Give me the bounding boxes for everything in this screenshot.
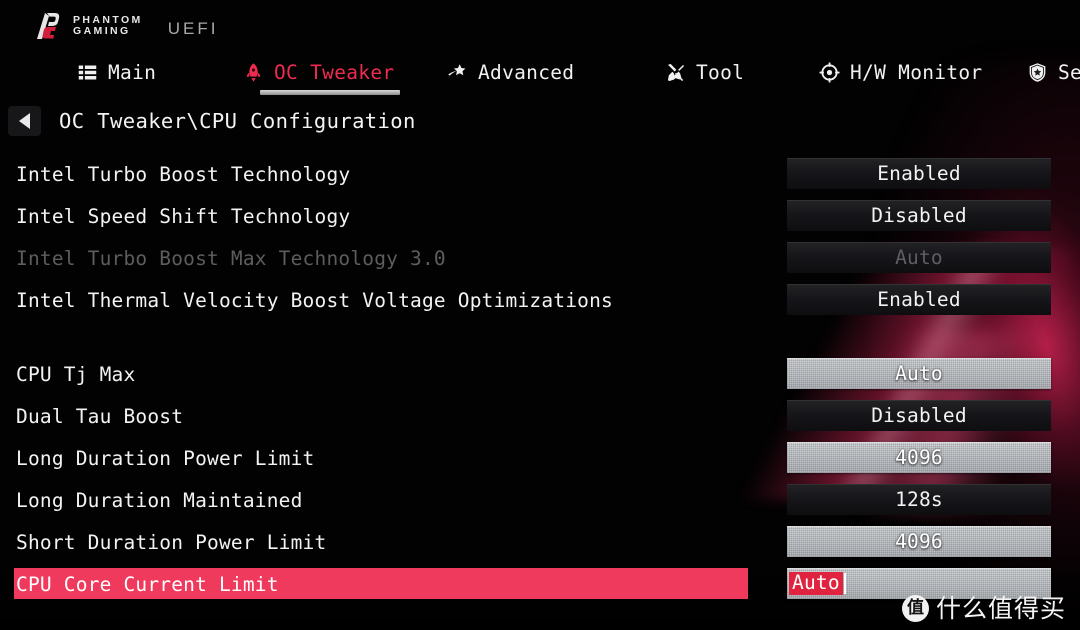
- tab-label: Main: [108, 60, 157, 84]
- setting-value-text: 4096: [895, 530, 943, 553]
- setting-label: Long Duration Power Limit: [16, 446, 315, 470]
- tab-advanced[interactable]: Advanced: [446, 52, 574, 92]
- tab-label: Sec: [1058, 60, 1080, 84]
- setting-row[interactable]: Intel Turbo Boost Technology Enabled: [0, 156, 1080, 192]
- uefi-label: UEFI: [167, 18, 219, 38]
- setting-row[interactable]: CPU Tj Max Auto: [0, 356, 1080, 392]
- setting-value-text: Auto: [895, 246, 943, 269]
- tab-oc-tweaker[interactable]: OC Tweaker: [242, 52, 394, 92]
- setting-value-text: Disabled: [871, 404, 967, 427]
- tab-label: H/W Monitor: [850, 60, 983, 84]
- main-nav: Main OC Tweaker Advanced Tool H/W Monitor Sec: [0, 52, 1080, 96]
- setting-value-text: Auto: [789, 571, 843, 596]
- setting-value-field[interactable]: Enabled: [787, 158, 1051, 189]
- setting-row[interactable]: Long Duration Maintained 128s: [0, 482, 1080, 518]
- setting-value-field[interactable]: 4096: [787, 526, 1051, 557]
- setting-value-field[interactable]: Auto: [787, 242, 1051, 273]
- tab-sec[interactable]: Sec: [1026, 52, 1080, 92]
- tab-h-w-monitor[interactable]: H/W Monitor: [818, 52, 982, 92]
- active-tab-underline: [260, 90, 400, 95]
- setting-label: Intel Speed Shift Technology: [16, 204, 351, 228]
- star-icon: [446, 61, 468, 83]
- setting-label: Intel Turbo Boost Max Technology 3.0: [16, 246, 446, 270]
- setting-value-text: 128s: [895, 488, 943, 511]
- setting-label: CPU Core Current Limit: [16, 572, 279, 596]
- settings-list: Intel Turbo Boost Technology Enabled Intel…: [0, 146, 1080, 616]
- text-caret: [843, 573, 846, 594]
- breadcrumb-bar: OC Tweaker\CPU Configuration: [0, 100, 1080, 142]
- tab-tool[interactable]: Tool: [664, 52, 744, 92]
- setting-label: Long Duration Maintained: [16, 488, 303, 512]
- brand-logo: PHANTOM GAMING UEFI: [34, 12, 218, 40]
- list-icon: [76, 61, 98, 83]
- tab-main[interactable]: Main: [76, 52, 156, 92]
- setting-row[interactable]: Long Duration Power Limit 4096: [0, 440, 1080, 476]
- setting-value-field[interactable]: 128s: [787, 484, 1051, 515]
- setting-label: Intel Turbo Boost Technology: [16, 162, 351, 186]
- setting-row[interactable]: Intel Turbo Boost Max Technology 3.0 Auto: [0, 240, 1080, 276]
- setting-row[interactable]: Dual Tau Boost Disabled: [0, 398, 1080, 434]
- setting-label: Dual Tau Boost: [16, 404, 184, 428]
- brand-line-2: GAMING: [73, 25, 131, 37]
- setting-value-field[interactable]: Auto: [787, 358, 1051, 389]
- setting-value-text: Enabled: [877, 288, 961, 311]
- watermark-text: 什么值得买: [935, 594, 1066, 623]
- tab-label: OC Tweaker: [274, 60, 395, 84]
- setting-value-text: 4096: [895, 446, 943, 469]
- crosshair-icon: [818, 61, 840, 83]
- rocket-icon: [242, 61, 264, 83]
- setting-value-text: Disabled: [871, 204, 967, 227]
- back-button[interactable]: [8, 106, 41, 136]
- setting-row[interactable]: Intel Speed Shift Technology Disabled: [0, 198, 1080, 234]
- setting-label: CPU Tj Max: [16, 362, 136, 386]
- watermark-badge-icon: 值: [901, 595, 929, 622]
- setting-row[interactable]: Short Duration Power Limit 4096: [0, 524, 1080, 560]
- watermark: 值 什么值得买: [901, 594, 1066, 623]
- setting-value-text: Enabled: [877, 162, 961, 185]
- tab-label: Advanced: [478, 60, 575, 84]
- setting-row[interactable]: Intel Thermal Velocity Boost Voltage Opt…: [0, 282, 1080, 318]
- setting-value-field[interactable]: 4096: [787, 442, 1051, 473]
- setting-value-field[interactable]: Disabled: [787, 200, 1051, 231]
- setting-value-text: Auto: [895, 362, 943, 385]
- setting-value-field[interactable]: Enabled: [787, 284, 1051, 315]
- wrench-icon: [664, 61, 686, 83]
- shield-icon: [1026, 61, 1048, 83]
- setting-label: Intel Thermal Velocity Boost Voltage Opt…: [16, 288, 613, 312]
- tab-label: Tool: [696, 60, 745, 84]
- brand-name: PHANTOM GAMING: [73, 14, 143, 37]
- setting-label: Short Duration Power Limit: [16, 530, 327, 554]
- uefi-screen: PHANTOM GAMING UEFI Main OC Tweaker Advanc…: [0, 0, 1080, 630]
- header-bar: PHANTOM GAMING UEFI: [0, 0, 1080, 48]
- breadcrumb: OC Tweaker\CPU Configuration: [59, 109, 416, 133]
- phantom-gaming-logo-icon: [37, 13, 60, 39]
- back-arrow-icon: [19, 113, 30, 129]
- setting-value-field[interactable]: Disabled: [787, 400, 1051, 431]
